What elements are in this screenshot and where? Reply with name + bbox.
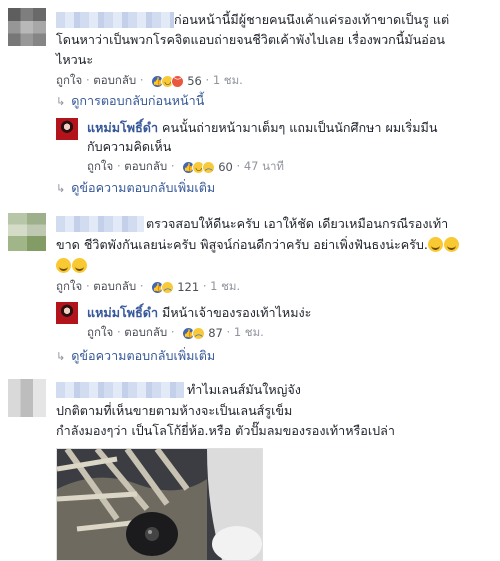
comment-text-line: กำลังมองๆว่า เป็นโลโก้ยี่ห้อ.หรือ ตัวปั๊… xyxy=(56,423,395,438)
like-link[interactable]: ถูกใจ xyxy=(87,325,113,339)
reactions[interactable]: 👍︵ 121 xyxy=(151,278,199,296)
reply-arrow-icon: ↳ xyxy=(56,182,66,195)
smile-emoji-icon xyxy=(56,258,71,273)
commenter-avatar[interactable] xyxy=(8,8,46,46)
like-link[interactable]: ถูกใจ xyxy=(56,73,82,87)
reactions[interactable]: 👍 ◡ ︵ 60 xyxy=(182,158,233,176)
comment-text-line: ทำไมเลนส์มันใหญ่จัง xyxy=(187,382,301,397)
reply-link[interactable]: ตอบกลับ xyxy=(124,325,167,339)
separator: · xyxy=(205,73,210,87)
view-more-replies-label: ดูข้อความตอบกลับเพิ่มเติม xyxy=(71,180,216,195)
reply-text-line: แหม่มโพธิ์ดำ คนนั้นถ่ายหน้ามาเต็มๆ แถมเป… xyxy=(87,118,437,138)
separator: · xyxy=(139,73,144,87)
commenter-avatar[interactable] xyxy=(8,213,46,251)
attached-photo[interactable] xyxy=(56,448,263,561)
reactions[interactable]: 👍︵ 87 xyxy=(182,324,223,342)
view-more-replies[interactable]: ↳ ดูข้อความตอบกลับเพิ่มเติม xyxy=(56,179,215,197)
reply-text-line: แหม่มโพธิ์ดำ มีหน้าเจ้าของรองเท้าไหมง่ะ xyxy=(87,303,311,323)
reply-arrow-icon: ↳ xyxy=(56,350,66,363)
reply-actions: ถูกใจ · ตอบกลับ · 👍 ◡ ︵ 60 · 47 นาที xyxy=(87,157,284,175)
reply-author-avatar[interactable] xyxy=(56,302,78,324)
reactions[interactable]: 👍 ◡ ︶ 56 xyxy=(151,72,202,90)
comment-text-line: ก่อนหน้านี้มีผู้ชายคนนึงเค้าแค่รองเท้าขา… xyxy=(174,12,450,27)
reply-author-avatar[interactable] xyxy=(56,118,78,140)
reply-link[interactable]: ตอบกลับ xyxy=(124,159,167,173)
separator: · xyxy=(236,159,241,173)
separator: · xyxy=(226,325,231,339)
comment-text-line: ขาด ชีวิตพังกันเลยน่ะครับ พิสูจน์ก่อนดีก… xyxy=(56,235,460,255)
like-link[interactable]: ถูกใจ xyxy=(87,159,113,173)
view-more-replies[interactable]: ↳ ดูข้อความตอบกลับเพิ่มเติม xyxy=(56,347,215,365)
separator: · xyxy=(116,325,121,339)
reply-link[interactable]: ตอบกลับ xyxy=(93,279,136,293)
separator: · xyxy=(85,73,90,87)
reaction-count: 56 xyxy=(187,73,202,88)
separator: · xyxy=(202,279,207,293)
comment-text-line xyxy=(56,256,88,276)
smile-emoji-icon xyxy=(427,237,443,252)
reaction-count: 87 xyxy=(208,325,223,340)
like-link[interactable]: ถูกใจ xyxy=(56,279,82,293)
separator: · xyxy=(139,279,144,293)
reply-link[interactable]: ตอบกลับ xyxy=(93,73,136,87)
reaction-count: 60 xyxy=(218,159,233,174)
comment-actions: ถูกใจ · ตอบกลับ · 👍︵ 121 · 1 ชม. xyxy=(56,277,240,295)
comment-text: ขาด ชีวิตพังกันเลยน่ะครับ พิสูจน์ก่อนดีก… xyxy=(56,237,428,252)
smile-emoji-icon xyxy=(443,237,459,252)
sad-reaction-icon: ︵ xyxy=(202,160,216,174)
separator: · xyxy=(116,159,121,173)
blurred-commenter-name xyxy=(56,382,184,398)
separator: · xyxy=(85,279,90,293)
comment-text-line: ตรวจสอบให้ดีนะครับ เอาให้ชัด เดียวเหมือน… xyxy=(146,216,449,231)
reply-text: คนนั้นถ่ายหน้ามาเต็มๆ แถมเป็นนักศึกษา ผม… xyxy=(162,120,438,135)
view-previous-replies-label: ดูการตอบกลับก่อนหน้านี้ xyxy=(71,93,205,108)
reply-text-line: กับความคิดเห็น xyxy=(87,139,172,154)
comment-text-line: โดนหาว่าเป็นพวกโรคจิตแอบถ่ายจนชีวิตเค้าพ… xyxy=(56,32,446,47)
view-previous-replies[interactable]: ↳ ดูการตอบกลับก่อนหน้านี้ xyxy=(56,92,204,110)
smile-emoji-icon xyxy=(72,258,87,273)
reaction-count: 121 xyxy=(177,279,200,294)
timestamp[interactable]: 1 ชม. xyxy=(210,279,240,293)
separator: · xyxy=(170,159,175,173)
timestamp[interactable]: 1 ชม. xyxy=(234,325,264,339)
shoe-closeup-image xyxy=(57,449,262,560)
reply-author-name[interactable]: แหม่มโพธิ์ดำ xyxy=(87,305,158,320)
sad-reaction-icon: ︵ xyxy=(192,326,206,340)
reply-author-name[interactable]: แหม่มโพธิ์ดำ xyxy=(87,120,158,135)
timestamp[interactable]: 1 ชม. xyxy=(213,73,243,87)
angry-reaction-icon: ︶ xyxy=(171,74,185,88)
blurred-commenter-name xyxy=(56,216,144,232)
reply-actions: ถูกใจ · ตอบกลับ · 👍︵ 87 · 1 ชม. xyxy=(87,323,264,341)
sad-reaction-icon: ︵ xyxy=(161,280,175,294)
blurred-commenter-name xyxy=(56,12,174,28)
separator: · xyxy=(170,325,175,339)
comment-actions: ถูกใจ · ตอบกลับ · 👍 ◡ ︶ 56 · 1 ชม. xyxy=(56,71,243,89)
comment-text-line: ปกติตามที่เห็นขายตามห้างจะเป็นเลนส์รูเข็… xyxy=(56,403,293,418)
view-more-replies-label: ดูข้อความตอบกลับเพิ่มเติม xyxy=(71,348,216,363)
reply-text: มีหน้าเจ้าของรองเท้าไหมง่ะ xyxy=(162,305,312,320)
comment-text-line: ไหวนะ xyxy=(56,52,94,67)
timestamp[interactable]: 47 นาที xyxy=(244,159,284,173)
commenter-avatar[interactable] xyxy=(8,379,46,417)
reply-arrow-icon: ↳ xyxy=(56,95,66,108)
